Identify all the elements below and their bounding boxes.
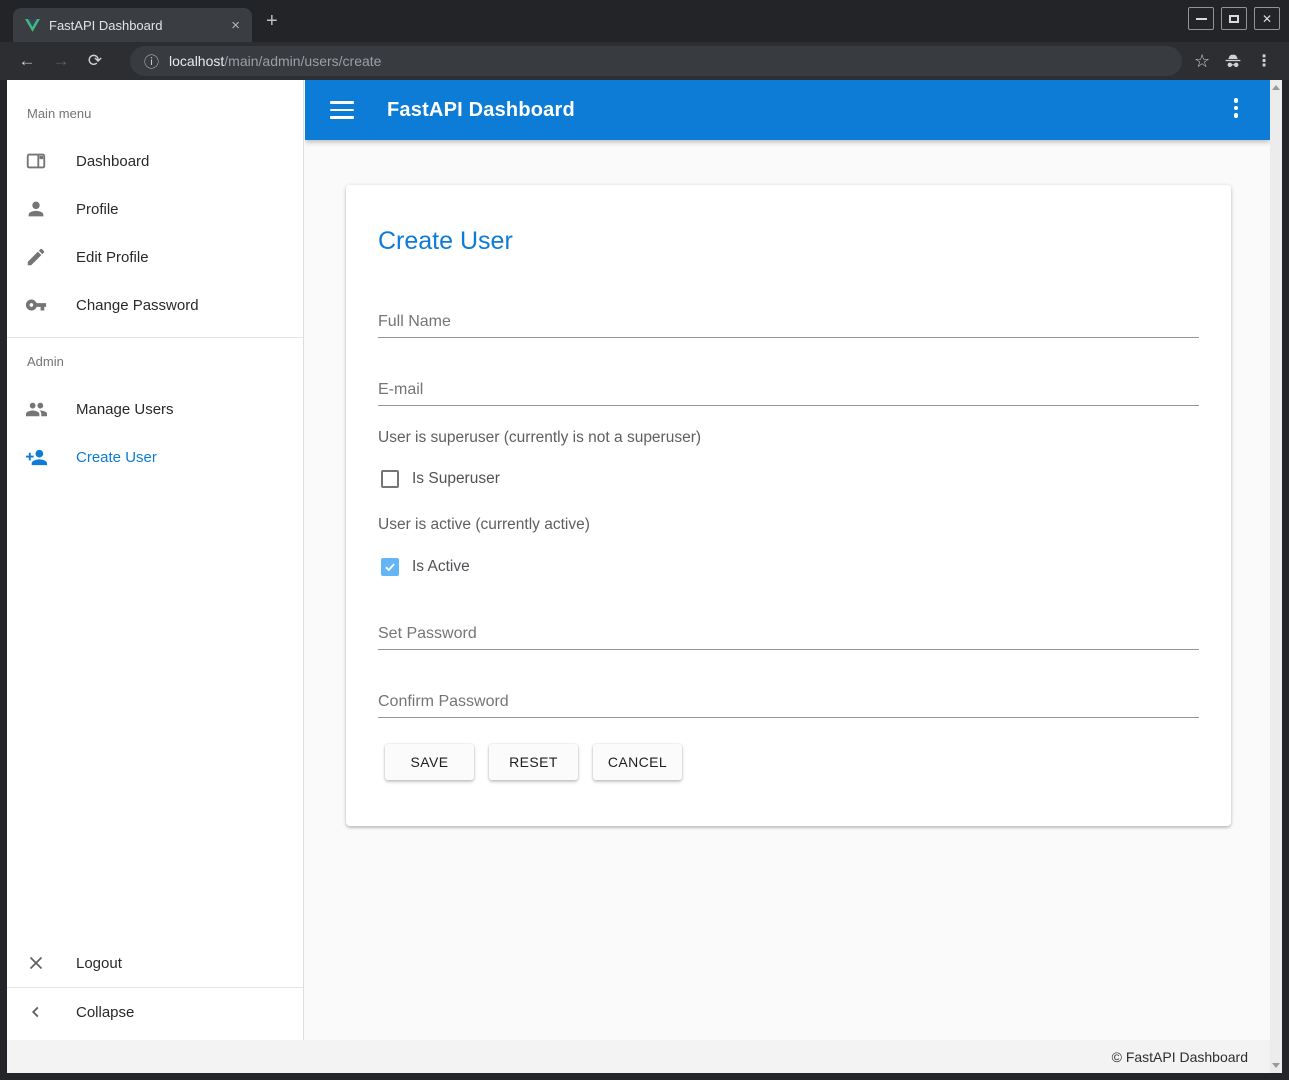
reset-button[interactable]: RESET <box>489 744 578 780</box>
is-superuser-checkbox-row[interactable]: Is Superuser <box>378 470 1199 488</box>
scrollbar-down-arrow-icon[interactable] <box>1272 1063 1280 1068</box>
confirm-password-input[interactable] <box>378 686 1199 718</box>
browser-menu-kebab-icon[interactable]: ⋮ <box>1256 51 1272 71</box>
sidebar-item-label: Change Password <box>76 297 199 314</box>
window-minimize-button[interactable] <box>1188 7 1214 30</box>
sidebar-item-profile[interactable]: Profile <box>7 185 303 233</box>
create-user-card: Create User User is superuser (currently… <box>346 185 1231 826</box>
sidebar-item-dashboard[interactable]: Dashboard <box>7 137 303 185</box>
checkbox-label: Is Active <box>412 558 470 576</box>
pencil-icon <box>24 245 48 269</box>
sidebar-section-main-menu: Main menu <box>7 106 303 121</box>
browser-tab[interactable]: FastAPI Dashboard × <box>13 8 252 42</box>
email-input[interactable] <box>378 374 1199 406</box>
save-button[interactable]: SAVE <box>385 744 474 780</box>
maximize-icon <box>1229 15 1239 23</box>
sidebar-bottom: Logout Collapse <box>7 939 303 1036</box>
sidebar-section-admin: Admin <box>7 354 303 369</box>
sidebar-item-label: Manage Users <box>76 401 174 418</box>
incognito-icon <box>1222 51 1244 71</box>
browser-toolbar: ← → ⟳ ⓘ localhost/main/admin/users/creat… <box>0 42 1289 80</box>
sidebar-item-manage-users[interactable]: Manage Users <box>7 385 303 433</box>
window-maximize-button[interactable] <box>1221 7 1247 30</box>
set-password-input[interactable] <box>378 618 1199 650</box>
person-add-icon <box>24 445 48 469</box>
minimize-icon <box>1196 18 1207 20</box>
tab-close-icon[interactable]: × <box>231 18 240 33</box>
site-info-icon[interactable]: ⓘ <box>144 51 159 72</box>
close-icon: ✕ <box>1262 12 1272 26</box>
sidebar-divider <box>7 337 303 338</box>
sidebar-item-label: Dashboard <box>76 153 149 170</box>
main-area: FastAPI Dashboard Create User User is su… <box>305 80 1270 1040</box>
sidebar-item-collapse[interactable]: Collapse <box>7 988 303 1036</box>
back-icon[interactable]: ← <box>16 51 38 71</box>
app-menu-kebab-icon[interactable] <box>1234 98 1239 118</box>
app-title: FastAPI Dashboard <box>387 99 575 122</box>
dashboard-icon <box>24 149 48 173</box>
url-text: localhost/main/admin/users/create <box>169 53 381 69</box>
full-name-input[interactable] <box>378 306 1199 338</box>
page-title: Create User <box>378 185 1199 256</box>
sidebar-item-edit-profile[interactable]: Edit Profile <box>7 233 303 281</box>
scrollbar-up-arrow-icon[interactable] <box>1272 85 1280 90</box>
sidebar-item-change-password[interactable]: Change Password <box>7 281 303 329</box>
sidebar-item-logout[interactable]: Logout <box>7 939 303 987</box>
url-bar[interactable]: ⓘ localhost/main/admin/users/create <box>130 46 1182 76</box>
bookmark-star-icon[interactable]: ☆ <box>1194 51 1210 72</box>
sidebar: Main menu Dashboard Profile <box>7 80 304 1040</box>
window-controls: ✕ <box>1188 7 1280 30</box>
reload-icon[interactable]: ⟳ <box>84 51 106 71</box>
sidebar-item-label: Edit Profile <box>76 249 149 266</box>
superuser-note: User is superuser (currently is not a su… <box>378 429 1199 447</box>
page: Main menu Dashboard Profile <box>7 80 1282 1073</box>
is-superuser-checkbox[interactable] <box>381 470 399 488</box>
page-footer: © FastAPI Dashboard <box>7 1040 1282 1073</box>
key-icon <box>24 293 48 317</box>
checkmark-icon <box>383 560 397 574</box>
people-icon <box>24 397 48 421</box>
cancel-button[interactable]: CANCEL <box>593 744 682 780</box>
active-note: User is active (currently active) <box>378 516 1199 534</box>
hamburger-menu-icon[interactable] <box>330 101 354 119</box>
window-close-button[interactable]: ✕ <box>1254 7 1280 30</box>
chevron-left-icon <box>24 1000 48 1024</box>
page-scrollbar[interactable] <box>1270 80 1282 1073</box>
tab-strip: FastAPI Dashboard × + ✕ <box>0 0 1289 42</box>
vue-logo-icon <box>25 19 40 32</box>
url-path: /main/admin/users/create <box>224 53 381 69</box>
copyright-text: © FastAPI Dashboard <box>1112 1049 1248 1065</box>
sidebar-item-label: Logout <box>76 955 122 972</box>
tab-title: FastAPI Dashboard <box>49 18 222 33</box>
sidebar-item-create-user[interactable]: Create User <box>7 433 303 481</box>
toolbar-right: ☆ ⋮ <box>1194 51 1272 72</box>
url-host: localhost <box>169 53 224 69</box>
form-actions: SAVE RESET CANCEL <box>378 744 1199 780</box>
forward-icon[interactable]: → <box>50 51 72 71</box>
is-active-checkbox[interactable] <box>381 558 399 576</box>
app-header: FastAPI Dashboard <box>305 80 1270 140</box>
browser-window: FastAPI Dashboard × + ✕ ← → ⟳ ⓘ localhos… <box>0 0 1289 1080</box>
checkbox-label: Is Superuser <box>412 470 500 488</box>
sidebar-item-label: Collapse <box>76 1004 134 1021</box>
person-icon <box>24 197 48 221</box>
sidebar-item-label: Create User <box>76 449 157 466</box>
close-x-icon <box>24 951 48 975</box>
sidebar-item-label: Profile <box>76 201 119 218</box>
new-tab-button[interactable]: + <box>266 9 278 33</box>
is-active-checkbox-row[interactable]: Is Active <box>378 558 1199 576</box>
